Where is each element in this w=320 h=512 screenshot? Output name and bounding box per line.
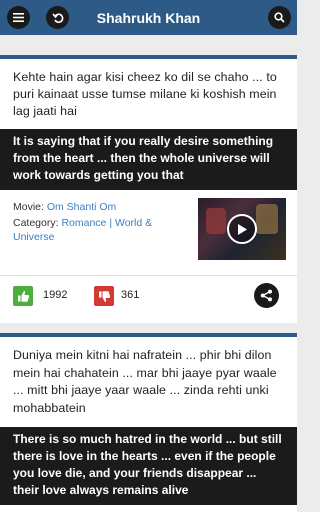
quote-original-text: Kehte hain agar kisi cheez ko dil se cha… — [13, 70, 277, 118]
like-count: 1992 — [43, 289, 68, 301]
movie-link[interactable]: Om Shanti Om — [47, 201, 116, 213]
divider — [0, 275, 297, 276]
thumbs-down-icon — [98, 290, 110, 302]
thumbs-up-icon — [17, 290, 29, 302]
movie-label: Movie: — [13, 201, 47, 213]
quote-actions: 1992 361 — [0, 277, 297, 317]
app-bar: Shahrukh Khan — [0, 0, 297, 35]
like-button[interactable] — [13, 286, 33, 306]
app-title: Shahrukh Khan — [96, 10, 201, 26]
share-button[interactable] — [254, 283, 279, 308]
quote-translation-text: There is so much hatred in the world ...… — [0, 427, 297, 505]
quote-card: Kehte hain agar kisi cheez ko dil se cha… — [0, 55, 297, 323]
quote-meta: Movie: Om Shanti Om Category: Romance | … — [0, 190, 297, 260]
category-separator: | — [106, 217, 115, 229]
share-icon — [260, 289, 272, 302]
search-icon — [274, 12, 285, 23]
quote-original-text: Duniya mein kitni hai nafratein ... phir… — [13, 348, 277, 415]
dislike-count: 361 — [121, 289, 140, 301]
category-link-romance[interactable]: Romance — [61, 217, 106, 229]
category-line: Category: Romance | World & Universe — [13, 216, 188, 244]
movie-line: Movie: Om Shanti Om — [13, 200, 188, 214]
search-button[interactable] — [268, 6, 291, 29]
play-button[interactable] — [227, 214, 257, 244]
quote-translation-text: It is saying that if you really desire s… — [0, 129, 297, 190]
video-thumbnail[interactable] — [198, 198, 286, 260]
quote-card: Duniya mein kitni hai nafratein ... phir… — [0, 333, 297, 512]
category-label: Category: — [13, 217, 62, 229]
quote-meta-text: Movie: Om Shanti Om Category: Romance | … — [13, 200, 188, 244]
play-icon — [238, 223, 247, 235]
dislike-button[interactable] — [94, 286, 114, 306]
